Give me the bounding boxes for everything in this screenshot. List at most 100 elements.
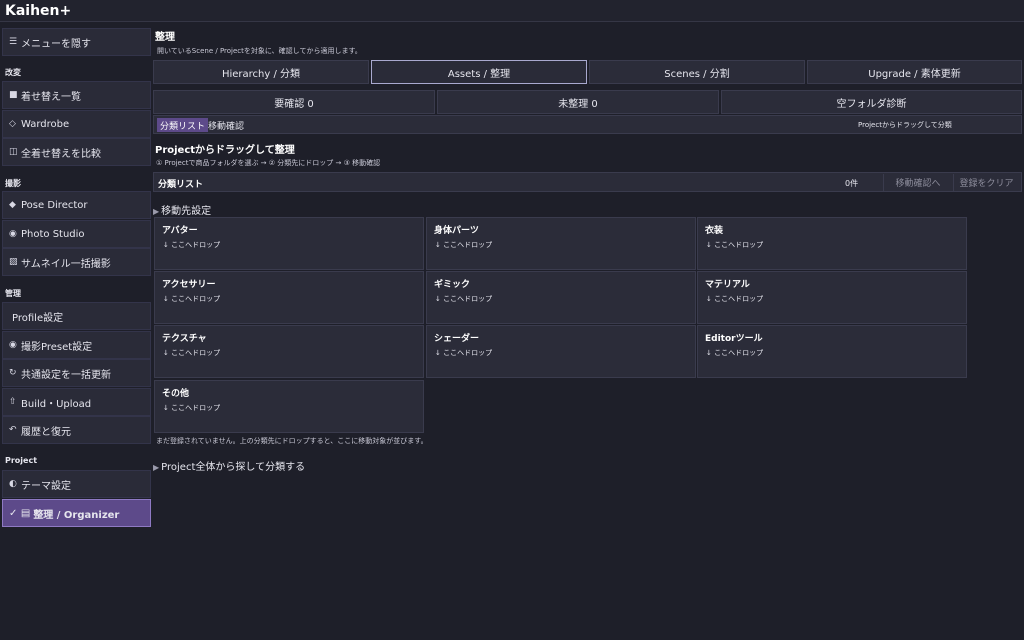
drop-target-body-parts[interactable]: 身体パーツ ↓ ここへドロップ xyxy=(426,217,696,270)
drop-target-avatar[interactable]: アバター ↓ ここへドロップ xyxy=(154,217,424,270)
sidebar-item-photo-studio[interactable]: ◉ Photo Studio xyxy=(2,220,151,248)
category-name: ギミック xyxy=(434,280,471,290)
drag-hint: Projectからドラッグして分類 xyxy=(858,121,952,129)
tab-hierarchy[interactable]: Hierarchy / 分類 xyxy=(153,60,369,84)
category-name: その他 xyxy=(162,389,190,399)
tab-assets[interactable]: Assets / 整理 xyxy=(371,60,587,84)
main-panel: 整理 開いているScene / Projectを対象に、確認してから適用します。… xyxy=(153,22,1024,640)
hamburger-icon: ☰ xyxy=(9,37,18,47)
section-label-kaihen: 改変 xyxy=(5,68,21,77)
compare-icon: ◫ xyxy=(9,147,18,157)
page-subtitle: 開いているScene / Projectを対象に、確認してから適用します。 xyxy=(157,47,362,55)
category-name: 身体パーツ xyxy=(434,226,479,236)
drop-hint: ↓ ここへドロップ xyxy=(706,349,764,357)
sidebar-item-label: 履歴と復元 xyxy=(21,426,71,438)
go-to-move-confirm-button[interactable]: 移動確認へ xyxy=(883,174,952,191)
subtab-move-confirm[interactable]: 移動確認 xyxy=(208,118,244,132)
drop-hint: ↓ ここへドロップ xyxy=(435,295,493,303)
hide-menu-label: メニューを隠す xyxy=(21,38,91,50)
triangle-right-icon: ▶ xyxy=(153,463,160,472)
category-name: 衣装 xyxy=(705,226,724,236)
sidebar-item-outfit-list[interactable]: ■ 着せ替え一覧 xyxy=(2,81,151,109)
diamond-outline-icon: ◇ xyxy=(9,119,16,129)
search-project-label: Project全体から探して分類する xyxy=(161,462,306,473)
upload-icon: ⇧ xyxy=(9,397,17,407)
needs-review-button[interactable]: 要確認 0 xyxy=(153,90,435,114)
sidebar-item-compare[interactable]: ◫ 全着せ替えを比較 xyxy=(2,138,151,166)
drop-target-material[interactable]: マテリアル ↓ ここへドロップ xyxy=(697,271,967,324)
sidebar-item-label: Photo Studio xyxy=(21,228,85,240)
drop-hint: ↓ ここへドロップ xyxy=(163,295,221,303)
sidebar-item-label: サムネイル一括撮影 xyxy=(21,258,111,270)
drop-target-accessory[interactable]: アクセサリー ↓ ここへドロップ xyxy=(154,271,424,324)
sidebar-item-thumbnail-batch[interactable]: ▨ サムネイル一括撮影 xyxy=(2,248,151,276)
sidebar-item-label: 全着せ替えを比較 xyxy=(21,148,101,160)
sidebar-item-theme[interactable]: ◐ テーマ設定 xyxy=(2,470,151,498)
sidebar: ☰ メニューを隠す 改変 ■ 着せ替え一覧 ◇ Wardrobe ◫ 全着せ替え… xyxy=(0,22,152,640)
section-label-project: Project xyxy=(5,456,38,465)
destination-settings-label: 移動先設定 xyxy=(161,206,212,217)
sidebar-item-label: 共通設定を一括更新 xyxy=(21,369,111,381)
drop-hint: ↓ ここへドロップ xyxy=(163,241,221,249)
category-name: マテリアル xyxy=(705,280,750,290)
sidebar-item-label: Build・Upload xyxy=(21,398,92,410)
drop-target-texture[interactable]: テクスチャ ↓ ここへドロップ xyxy=(154,325,424,378)
sidebar-item-history[interactable]: ↶ 履歴と復元 xyxy=(2,416,151,444)
subtab-bar: 分類リスト 移動確認 Projectからドラッグして分類 xyxy=(153,115,1022,134)
category-name: シェーダー xyxy=(434,334,480,344)
tab-upgrade[interactable]: Upgrade / 素体更新 xyxy=(807,60,1022,84)
sidebar-item-label: 着せ替え一覧 xyxy=(21,91,81,103)
hide-menu-button[interactable]: ☰ メニューを隠す xyxy=(2,28,151,56)
destination-settings-toggle[interactable]: ▶ 移動先設定 xyxy=(153,202,211,217)
sidebar-item-label: Pose Director xyxy=(21,199,88,211)
subtab-classification-list[interactable]: 分類リスト xyxy=(157,118,209,132)
section-label-satsuei: 撮影 xyxy=(5,179,21,188)
tab-scenes[interactable]: Scenes / 分割 xyxy=(589,60,805,84)
empty-folder-diagnosis-button[interactable]: 空フォルダ診断 xyxy=(721,90,1022,114)
sidebar-item-label: 撮影Preset設定 xyxy=(21,341,93,353)
category-name: アクセサリー xyxy=(162,280,216,290)
drop-hint: ↓ ここへドロップ xyxy=(435,241,493,249)
drop-target-costume[interactable]: 衣装 ↓ ここへドロップ xyxy=(697,217,967,270)
sidebar-item-wardrobe[interactable]: ◇ Wardrobe xyxy=(2,110,151,138)
undo-icon: ↶ xyxy=(9,425,17,435)
drop-hint: ↓ ここへドロップ xyxy=(163,404,221,412)
square-icon: ■ xyxy=(9,90,18,100)
classification-list-header: 分類リスト 0件 移動確認へ 登録をクリア xyxy=(153,172,1022,192)
sidebar-item-label: Profile設定 xyxy=(12,312,64,324)
clear-registration-button[interactable]: 登録をクリア xyxy=(953,174,1019,191)
refresh-icon: ↻ xyxy=(9,368,17,378)
category-name: アバター xyxy=(162,226,198,236)
image-icon: ▨ xyxy=(9,257,18,267)
section-label-kanri: 管理 xyxy=(5,289,21,298)
half-circle-icon: ◐ xyxy=(9,479,17,489)
sidebar-item-pose-director[interactable]: ◆ Pose Director xyxy=(2,191,151,219)
sidebar-item-profile[interactable]: Profile設定 xyxy=(2,302,151,330)
camera-dot-icon: ◉ xyxy=(9,340,17,350)
empty-list-note: まだ登録されていません。上の分類先にドロップすると、ここに移動対象が並びます。 xyxy=(156,437,428,445)
search-project-toggle[interactable]: ▶ Project全体から探して分類する xyxy=(153,458,305,473)
drop-target-gimmick[interactable]: ギミック ↓ ここへドロップ xyxy=(426,271,696,324)
list-title: 分類リスト xyxy=(158,180,204,190)
drop-hint: ↓ ここへドロップ xyxy=(706,241,764,249)
drop-hint: ↓ ここへドロップ xyxy=(163,349,221,357)
category-name: テクスチャ xyxy=(162,334,207,344)
sidebar-item-bulk-update[interactable]: ↻ 共通設定を一括更新 xyxy=(2,359,151,387)
sidebar-item-label: Wardrobe xyxy=(21,118,70,130)
diamond-icon: ◆ xyxy=(9,200,16,210)
page-title: 整理 xyxy=(155,32,175,43)
drop-target-other[interactable]: その他 ↓ ここへドロップ xyxy=(154,380,424,433)
sidebar-item-label: 整理 / Organizer xyxy=(33,509,120,521)
sidebar-item-organizer[interactable]: ✓ ▤ 整理 / Organizer xyxy=(2,499,151,527)
drop-target-editor-tool[interactable]: Editorツール ↓ ここへドロップ xyxy=(697,325,967,378)
section-title: Projectからドラッグして整理 xyxy=(155,145,295,156)
steps-text: ① Projectで商品フォルダを選ぶ → ② 分類先にドロップ → ③ 移動確… xyxy=(156,159,381,167)
sidebar-item-shoot-preset[interactable]: ◉ 撮影Preset設定 xyxy=(2,331,151,359)
check-list-icon: ✓ ▤ xyxy=(9,507,31,519)
sidebar-item-build-upload[interactable]: ⇧ Build・Upload xyxy=(2,388,151,416)
triangle-right-icon: ▶ xyxy=(153,207,160,216)
list-count: 0件 xyxy=(845,179,859,188)
unorganized-button[interactable]: 未整理 0 xyxy=(437,90,719,114)
drop-target-shader[interactable]: シェーダー ↓ ここへドロップ xyxy=(426,325,696,378)
drop-hint: ↓ ここへドロップ xyxy=(706,295,764,303)
